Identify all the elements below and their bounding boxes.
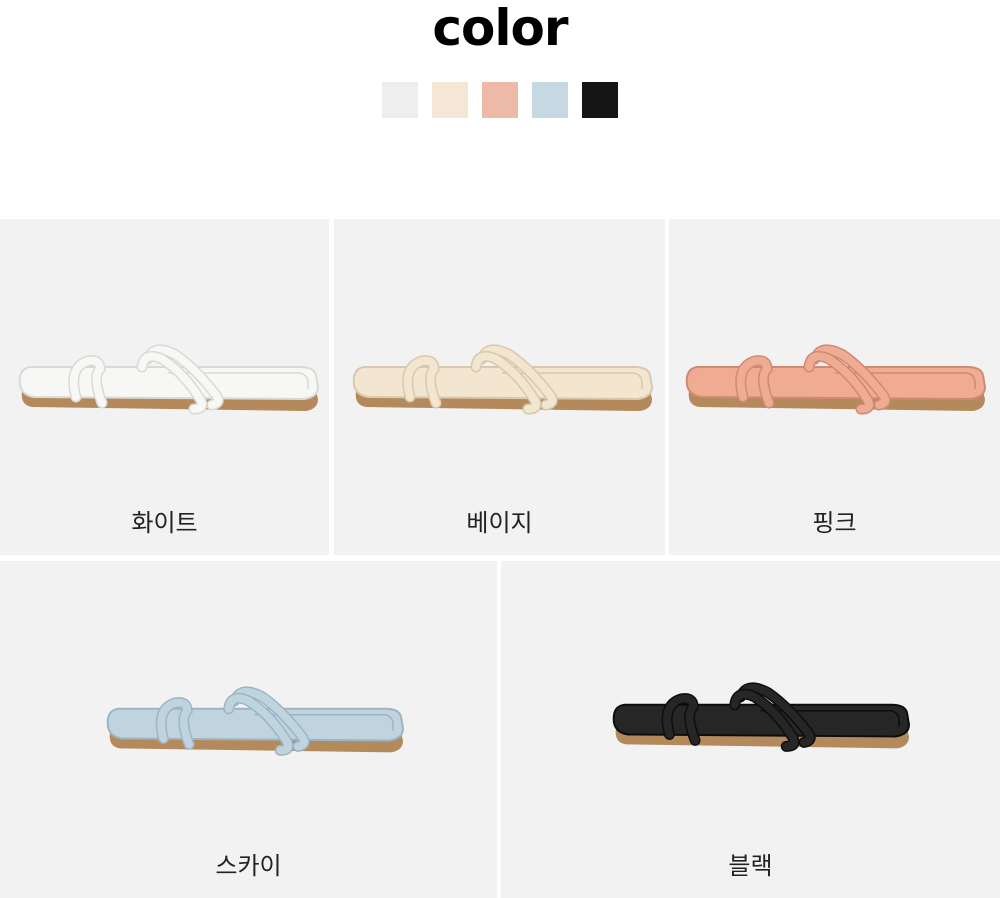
sandal-image-black: [612, 682, 910, 752]
product-card-white[interactable]: 화이트: [0, 219, 329, 555]
product-label-pink: 핑크: [812, 509, 857, 537]
color-swatches: [0, 82, 1000, 118]
product-card-beige[interactable]: 베이지: [334, 219, 665, 555]
beige-swatch[interactable]: [432, 82, 468, 118]
product-card-pink[interactable]: 핑크: [669, 219, 1000, 555]
product-label-white: 화이트: [131, 509, 198, 537]
sandal-drawing: [352, 344, 654, 415]
sandal-drawing: [685, 344, 987, 415]
sandal-drawing: [18, 344, 320, 415]
black-swatch[interactable]: [582, 82, 618, 118]
product-label-sky: 스카이: [215, 852, 282, 880]
sandal-image-white: [18, 344, 320, 415]
white-swatch[interactable]: [382, 82, 418, 118]
sandal-image-sky: [106, 686, 404, 756]
product-card-black[interactable]: 블랙: [501, 561, 1000, 898]
sandal-image-pink: [685, 344, 987, 415]
pink-swatch[interactable]: [482, 82, 518, 118]
product-label-black: 블랙: [728, 852, 773, 880]
sandal-drawing: [612, 682, 910, 752]
product-label-beige: 베이지: [466, 509, 533, 537]
sandal-image-beige: [352, 344, 654, 415]
page-title: color: [432, 0, 568, 57]
sky-swatch[interactable]: [532, 82, 568, 118]
product-card-sky[interactable]: 스카이: [0, 561, 497, 898]
sandal-drawing: [106, 686, 404, 756]
